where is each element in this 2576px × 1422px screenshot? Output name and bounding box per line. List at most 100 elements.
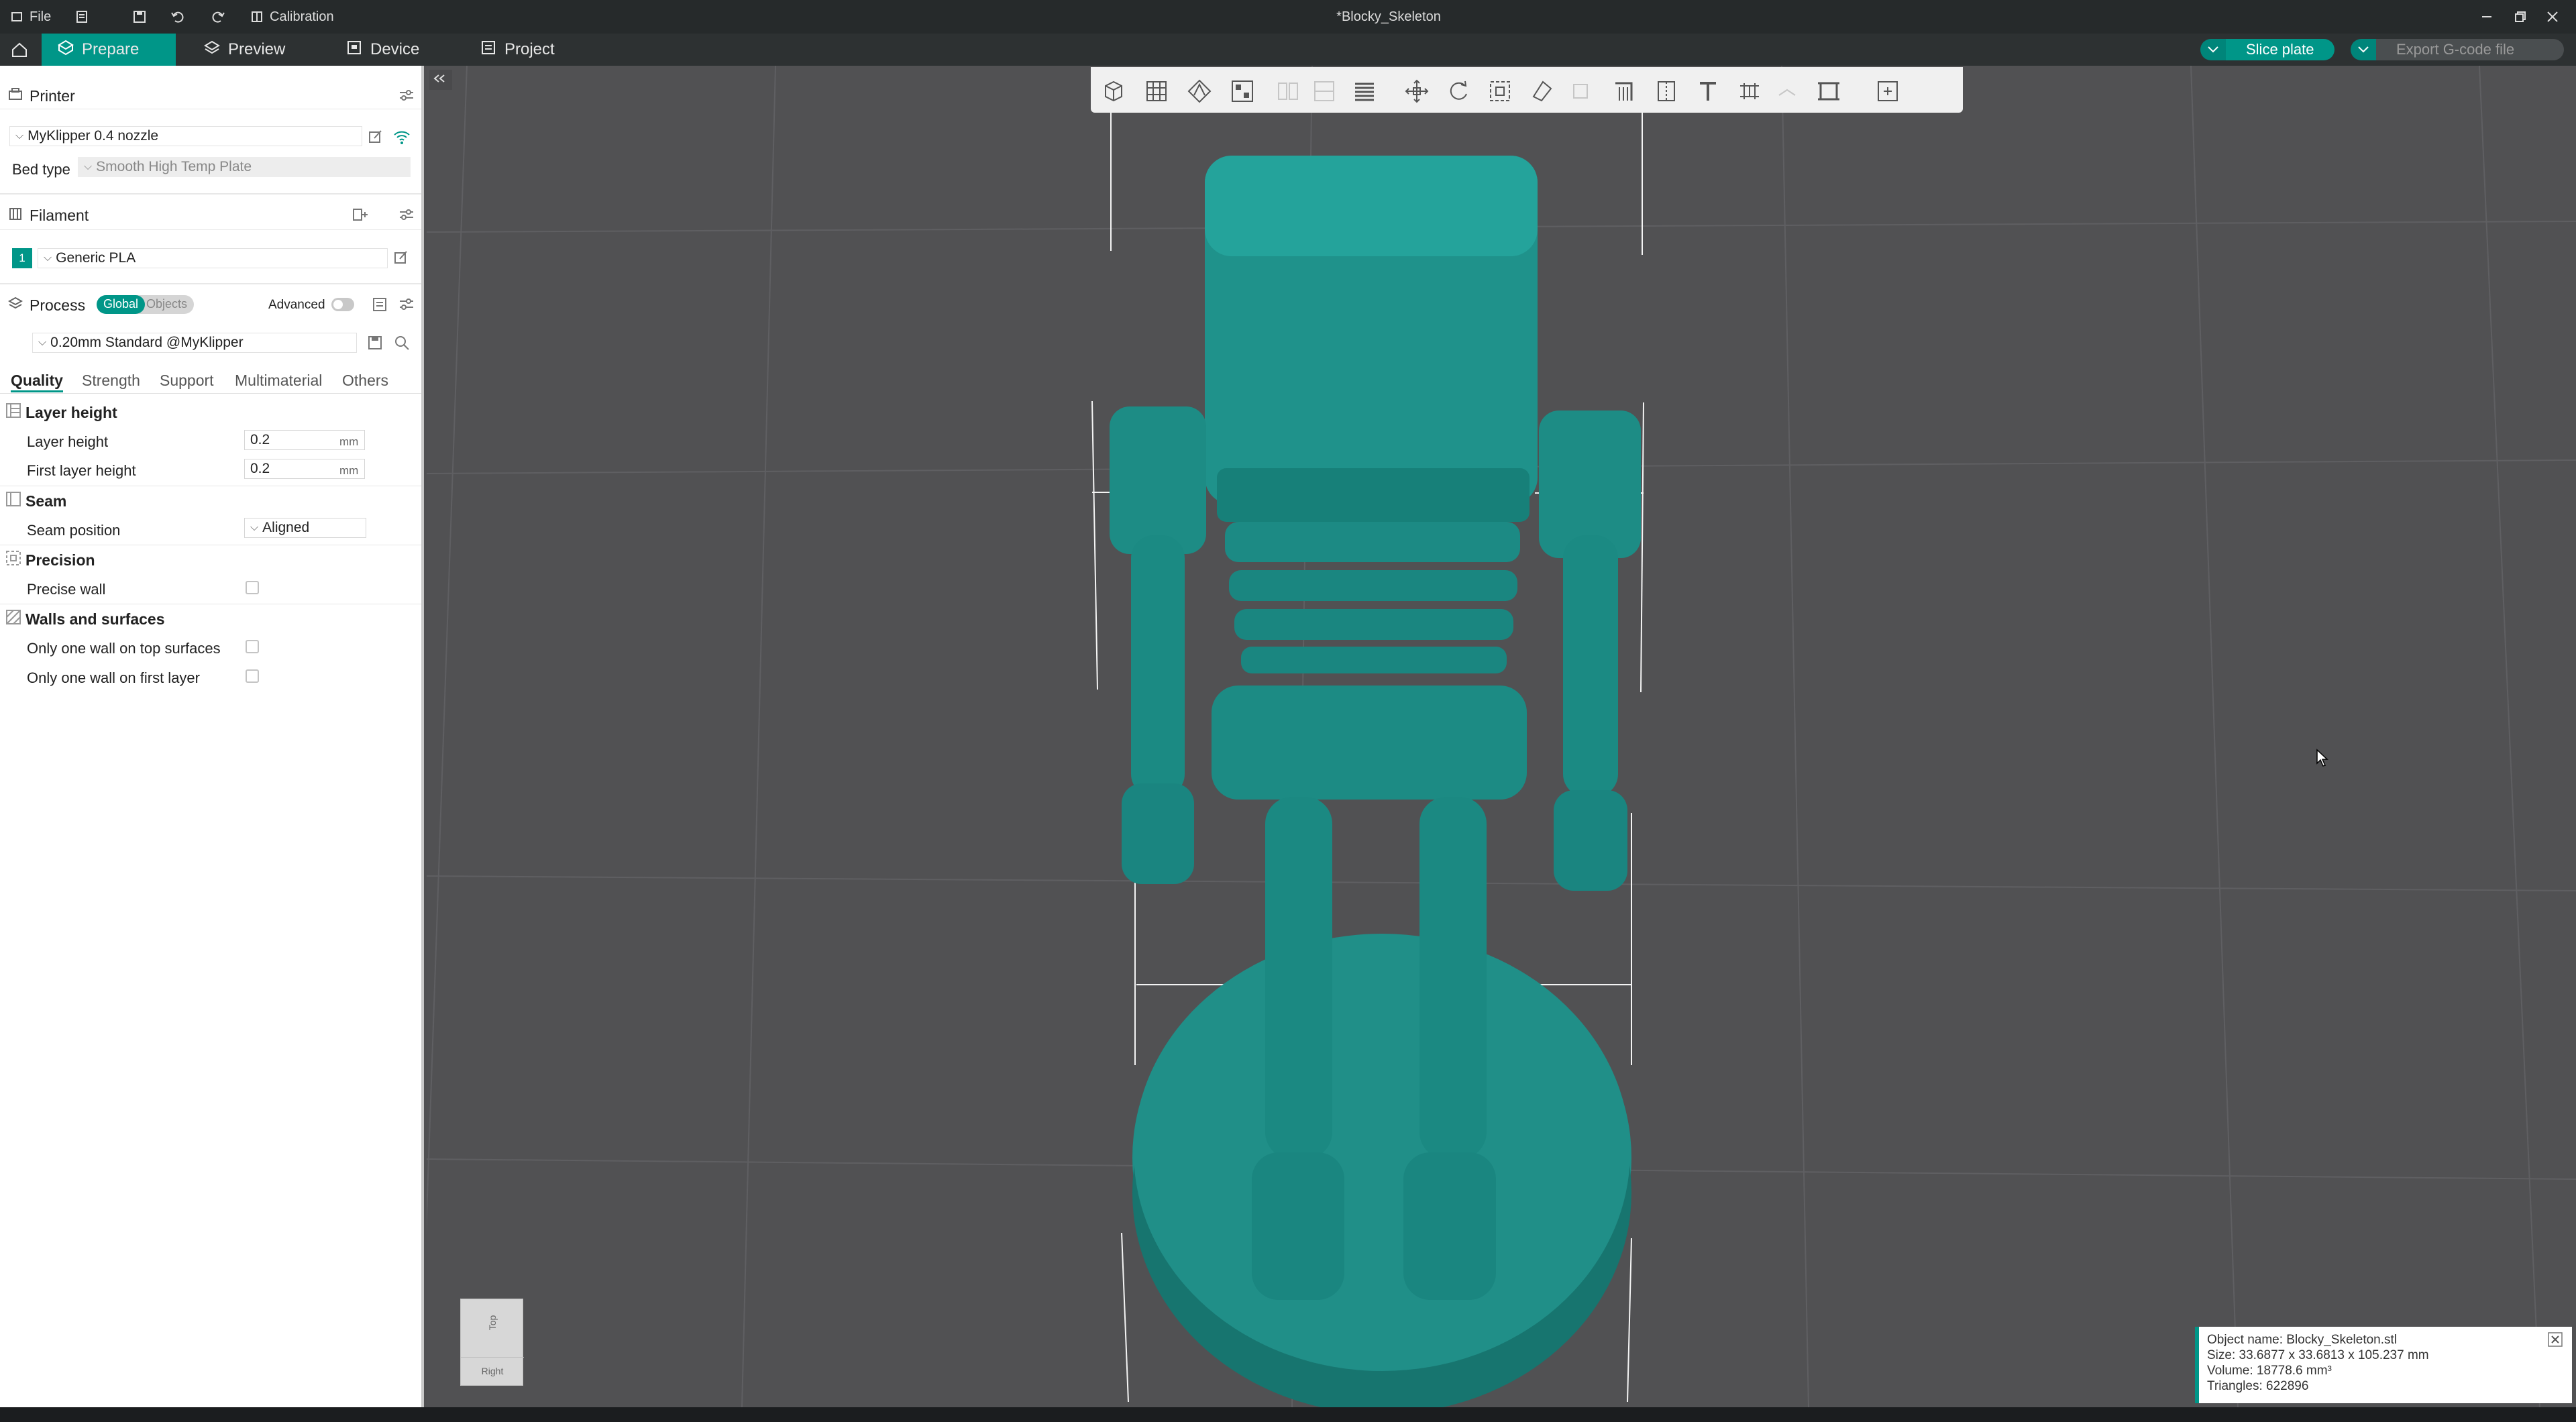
calibration-menu[interactable]: Calibration (251, 0, 334, 34)
undo-icon[interactable] (170, 0, 185, 34)
filament-select[interactable]: ⌵ Generic PLA (38, 248, 388, 268)
precise-wall-label: Precise wall (27, 581, 106, 598)
3d-viewport[interactable]: Top Right (427, 66, 2576, 1407)
slice-plate-label: Slice plate (2226, 39, 2334, 60)
process-preset-select[interactable]: ⌵ 0.20mm Standard @MyKlipper (32, 333, 357, 353)
file-menu-label: File (30, 9, 52, 24)
tab-preview[interactable]: Preview (188, 34, 301, 66)
file-menu[interactable]: File (11, 0, 51, 34)
tab-project[interactable]: Project (464, 34, 571, 66)
calibration-label: Calibration (270, 9, 334, 24)
one-wall-top-checkbox[interactable] (246, 640, 259, 653)
printer-settings-icon[interactable] (398, 89, 415, 106)
seam-position-label: Seam position (27, 522, 121, 539)
chevron-down-icon[interactable] (2351, 39, 2376, 60)
process-settings-icon[interactable] (398, 296, 415, 317)
edit-icon[interactable] (393, 250, 409, 270)
calibration-icon (251, 11, 263, 23)
object-info-panel: Object name: Blocky_Skeleton.stl Size: 3… (2195, 1327, 2572, 1403)
chevrons-left-icon (433, 74, 448, 87)
export-gcode-button[interactable]: Export G-code file (2351, 39, 2564, 60)
view-cube[interactable]: Top Right (460, 1299, 524, 1386)
object-info-name: Object name: Blocky_Skeleton.stl (2207, 1333, 2398, 1347)
tab-strength[interactable]: Strength (82, 372, 140, 390)
close-icon[interactable] (2548, 1332, 2563, 1351)
toggle-global[interactable]: Global (97, 295, 146, 314)
chevron-down-icon: ⌵ (44, 252, 52, 264)
edit-icon[interactable] (368, 129, 384, 149)
prepare-icon (58, 40, 74, 60)
filament-settings-icon[interactable] (398, 208, 415, 225)
notes-icon[interactable] (75, 0, 89, 34)
layer-height-unit: mm (339, 435, 359, 448)
global-objects-toggle[interactable]: Global Objects (97, 295, 195, 314)
layer-height-group-icon (5, 402, 21, 423)
chevron-down-icon: ⌵ (15, 130, 24, 142)
compare-icon[interactable] (372, 296, 388, 317)
wifi-icon[interactable] (393, 129, 411, 149)
title-bar: File Calibration *Blocky_Skeleton (0, 0, 2576, 34)
collapse-sidebar-button[interactable] (429, 70, 452, 90)
tab-multimaterial[interactable]: Multimaterial (235, 372, 322, 390)
printer-select[interactable]: ⌵ MyKlipper 0.4 nozzle (9, 126, 362, 146)
seam-group-title: Seam (25, 492, 67, 510)
process-preset-value: 0.20mm Standard @MyKlipper (50, 335, 244, 350)
layer-height-value: 0.2 (250, 432, 270, 447)
tab-quality[interactable]: Quality (11, 372, 63, 390)
restore-icon[interactable] (2514, 0, 2526, 34)
view-cube-top[interactable]: Top (469, 1291, 516, 1354)
precision-group-title: Precision (25, 551, 95, 569)
slice-plate-button[interactable]: Slice plate (2200, 39, 2334, 60)
search-icon[interactable] (394, 335, 409, 354)
close-window-icon[interactable] (2546, 0, 2559, 34)
toggle-objects[interactable]: Objects (145, 295, 194, 314)
seam-position-select[interactable]: ⌵ Aligned (244, 518, 366, 538)
settings-sidebar: Printer ⌵ MyKlipper 0.4 nozzle Bed type … (0, 66, 424, 1422)
menu-icon (11, 11, 23, 23)
bed-type-select[interactable]: ⌵ Smooth High Temp Plate (78, 157, 411, 177)
one-wall-top-label: Only one wall on top surfaces (27, 640, 221, 657)
export-gcode-label: Export G-code file (2376, 39, 2564, 60)
chevron-down-icon: ⌵ (38, 337, 47, 348)
object-info-triangles: Triangles: 622896 (2207, 1379, 2309, 1393)
tab-device[interactable]: Device (330, 34, 435, 66)
device-icon (346, 40, 362, 60)
walls-group-icon (5, 609, 21, 629)
tab-prepare-label: Prepare (82, 40, 140, 58)
walls-group-title: Walls and surfaces (25, 610, 165, 628)
home-icon[interactable] (0, 34, 40, 66)
mouse-cursor-icon (2316, 749, 2329, 771)
filament-select-value: Generic PLA (56, 250, 136, 266)
advanced-label: Advanced (268, 298, 325, 312)
precision-group-icon (5, 550, 21, 570)
redo-icon[interactable] (211, 0, 225, 34)
layer-height-label: Layer height (27, 433, 109, 450)
add-filament-icon[interactable] (352, 207, 369, 227)
bed-type-value: Smooth High Temp Plate (96, 159, 252, 174)
process-icon (7, 296, 23, 315)
minimize-icon[interactable] (2481, 0, 2493, 34)
filament-slot-badge[interactable]: 1 (12, 248, 32, 268)
chevron-down-icon[interactable] (2200, 39, 2226, 60)
one-wall-first-checkbox[interactable] (246, 669, 259, 683)
object-info-volume: Volume: 18778.6 mm³ (2207, 1364, 2332, 1378)
printer-section-title: Printer (30, 87, 75, 105)
save-preset-icon[interactable] (368, 335, 382, 354)
first-layer-height-value: 0.2 (250, 461, 270, 476)
bed-type-label: Bed type (12, 161, 70, 178)
tab-others[interactable]: Others (342, 372, 388, 390)
tab-support[interactable]: Support (160, 372, 214, 390)
process-section-title: Process (30, 296, 86, 314)
tab-prepare[interactable]: Prepare (42, 34, 176, 66)
precise-wall-checkbox[interactable] (246, 581, 259, 594)
tab-device-label: Device (370, 40, 420, 58)
main-tab-bar: Prepare Preview Device Project Slice pla… (0, 34, 2576, 66)
active-tab-indicator (11, 390, 63, 392)
filament-icon (8, 207, 23, 225)
save-icon[interactable] (133, 0, 146, 34)
view-cube-right[interactable]: Right (461, 1357, 524, 1384)
model-blocky-skeleton[interactable] (427, 66, 2576, 1407)
advanced-toggle[interactable] (331, 298, 354, 311)
one-wall-first-label: Only one wall on first layer (27, 669, 200, 686)
chevron-down-icon: ⌵ (84, 161, 93, 172)
